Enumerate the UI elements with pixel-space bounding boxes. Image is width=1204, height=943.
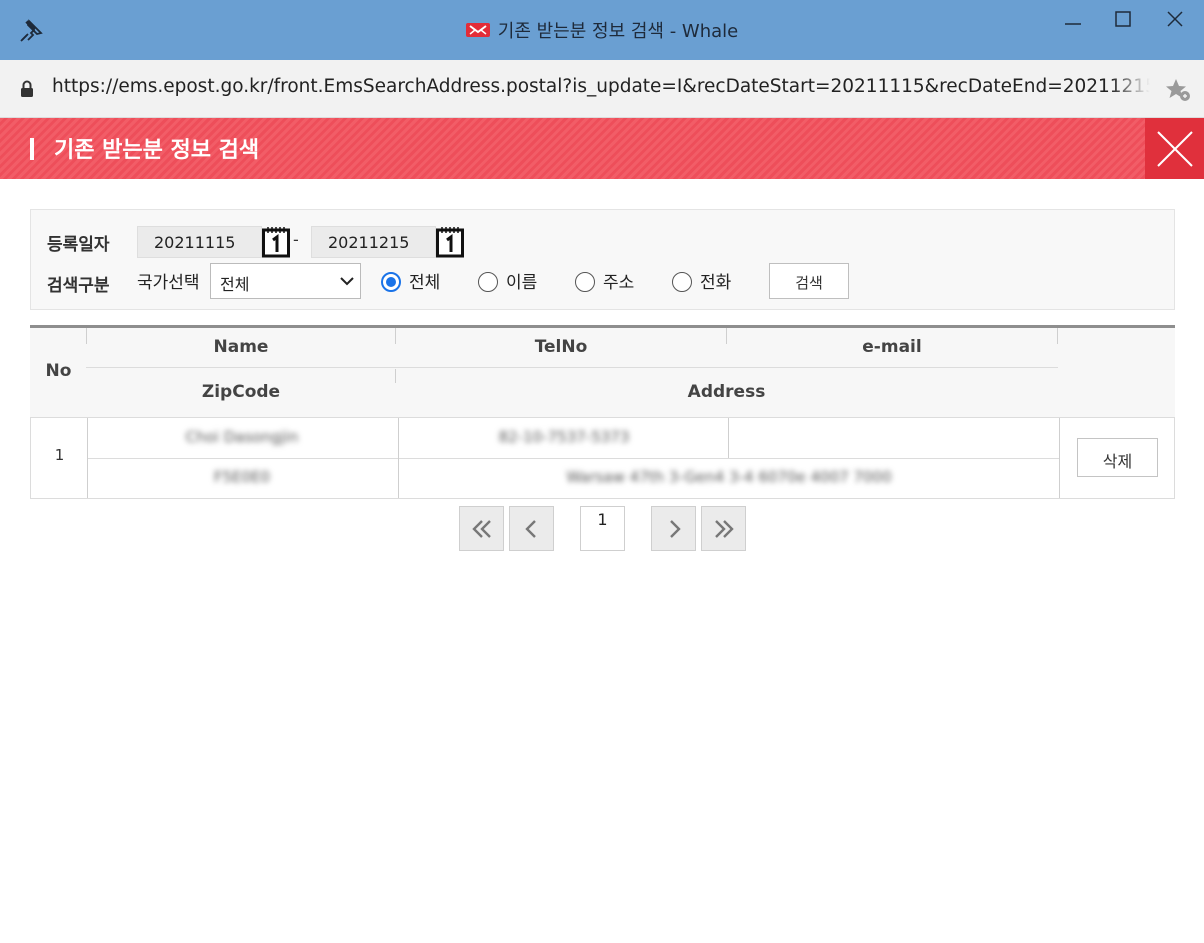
page-title: 기존 받는분 정보 검색 — [54, 138, 260, 163]
radio-all-label: 전체 — [409, 273, 441, 293]
last-page-icon — [714, 519, 734, 538]
first-page-icon — [471, 519, 491, 538]
chevron-down-icon — [340, 277, 354, 286]
radio-name[interactable] — [478, 272, 498, 292]
header-no: No — [45, 361, 72, 381]
header-name: Name — [213, 337, 269, 357]
address-bar: https://ems.epost.go.kr/front.EmsSearchA… — [0, 60, 1204, 118]
minimize-icon[interactable] — [1058, 8, 1088, 32]
country-select[interactable]: 전체 — [210, 263, 361, 299]
divider — [88, 458, 1060, 459]
radio-name-label: 이름 — [506, 273, 538, 293]
date-end-field[interactable]: 20211215 — [311, 226, 436, 258]
radio-phone[interactable] — [672, 272, 692, 292]
calendar-icon[interactable] — [262, 226, 290, 258]
divider — [86, 367, 1058, 368]
date-separator: - — [293, 230, 299, 249]
row-no: 1 — [54, 446, 65, 464]
header-close-button[interactable] — [1145, 118, 1204, 179]
divider — [1059, 418, 1060, 498]
close-icon — [1156, 130, 1193, 167]
epost-logo — [465, 23, 490, 37]
popup-header: 기존 받는분 정보 검색 — [0, 118, 1204, 179]
row-address: Warsaw 47th 3-Gen4 3-4 6070e 4007 7000 — [566, 468, 892, 486]
divider — [726, 328, 727, 344]
country-select-value: 전체 — [220, 275, 250, 294]
url-field[interactable]: https://ems.epost.go.kr/front.EmsSearchA… — [52, 76, 1150, 102]
title-bar: 기존 받는분 정보 검색 - Whale — [0, 0, 1204, 60]
first-page-button[interactable] — [459, 506, 504, 551]
header-zipcode: ZipCode — [201, 382, 281, 402]
divider — [395, 369, 396, 383]
maximize-icon[interactable] — [1108, 8, 1138, 32]
row-zipcode: F5E0E0 — [213, 468, 271, 486]
row-telno: 82-10-7537-5373 — [498, 428, 630, 446]
header-email: e-mail — [862, 337, 922, 357]
last-page-button[interactable] — [701, 506, 746, 551]
divider — [728, 418, 729, 458]
date-label: 등록일자 — [47, 235, 110, 255]
close-icon[interactable] — [1160, 8, 1190, 32]
divider — [395, 328, 396, 344]
radio-address-label: 주소 — [603, 273, 635, 293]
divider — [1057, 328, 1058, 344]
lock-icon — [21, 80, 33, 97]
radio-phone-label: 전화 — [700, 273, 732, 293]
popup-window: 기존 받는분 정보 검색 - Whale https://ems.epost.g… — [0, 0, 1204, 943]
prev-page-button[interactable] — [509, 506, 554, 551]
search-form: 등록일자 20211115 - 20211215 검색구분 국가선택 전체 전체… — [30, 209, 1175, 310]
results-table: No Name TelNo e-mail ZipCode Address 1 C… — [30, 325, 1175, 499]
date-start-field[interactable]: 20211115 — [137, 226, 262, 258]
delete-button[interactable]: 삭제 — [1077, 438, 1158, 477]
page-1-button[interactable]: 1 — [580, 506, 625, 551]
header-address: Address — [687, 382, 766, 402]
country-label: 국가선택 — [137, 273, 200, 293]
next-page-icon — [669, 519, 681, 538]
prev-page-icon — [524, 519, 536, 538]
divider — [86, 328, 87, 344]
search-button[interactable]: 검색 — [769, 263, 849, 299]
window-title: 기존 받는분 정보 검색 - Whale — [497, 21, 739, 42]
favorites-icon[interactable] — [1164, 76, 1192, 104]
header-telno: TelNo — [534, 337, 588, 357]
radio-address[interactable] — [575, 272, 595, 292]
table-header: No Name TelNo e-mail ZipCode Address — [30, 328, 1175, 418]
search-type-label: 검색구분 — [47, 276, 110, 296]
url-fade — [1110, 70, 1150, 108]
row-name: Choi Dasongjin — [185, 428, 299, 446]
table-row: 1 Choi Dasongjin 82-10-7537-5373 F5E0E0 … — [30, 418, 1175, 499]
next-page-button[interactable] — [651, 506, 696, 551]
calendar-icon[interactable] — [436, 226, 464, 258]
radio-all[interactable] — [381, 272, 401, 292]
header-marker — [30, 138, 34, 160]
